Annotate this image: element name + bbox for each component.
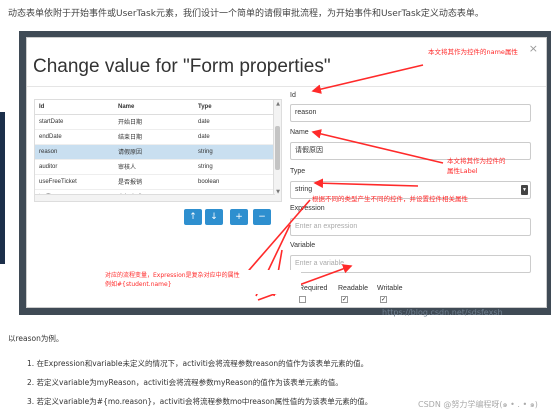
left-edge-bar (0, 112, 5, 264)
move-down-button[interactable]: ↓ (205, 209, 223, 225)
table-row[interactable]: auditor 审核人 string (35, 158, 275, 174)
table-row[interactable]: startDate 开始日期 date (35, 113, 275, 129)
remove-row-button[interactable]: − (253, 209, 271, 225)
table-row[interactable]: useFreeTicket 是否报销 boolean (35, 173, 275, 189)
cell-name: 开始日期 (114, 113, 194, 129)
variable-field[interactable]: Enter a variable (290, 255, 531, 273)
cell-name: 审核人 (114, 158, 194, 174)
required-checkbox-group[interactable]: Required (299, 285, 328, 303)
cell-id: startDate (35, 113, 114, 129)
annotation-variable-note-line2: 例如#{student.name} (105, 281, 172, 288)
annotation-id-note: 本文将其作为控件的name属性 (428, 48, 518, 56)
scroll-up-arrow-icon[interactable]: ▲ (274, 101, 281, 107)
expression-label: Expression (290, 205, 325, 212)
cell-name: 是否报销 (114, 173, 194, 189)
column-header-type[interactable]: Type (194, 100, 275, 115)
move-up-button[interactable]: ↑ (184, 209, 202, 225)
cell-type: date (194, 128, 275, 144)
csdn-credit: CSDN @努力学编程呀(๑ • . • ๑) (418, 400, 538, 409)
writable-checkbox[interactable]: ✓ (380, 296, 387, 303)
type-select-value: string (295, 186, 313, 193)
table-vertical-scrollbar[interactable]: ▲ ▼ (273, 100, 281, 201)
readable-checkbox[interactable]: ✓ (341, 296, 348, 303)
cell-id: endDate (35, 128, 114, 144)
writable-checkbox-group[interactable]: Writable ✓ (377, 285, 403, 303)
expression-field[interactable]: Enter an expression (290, 218, 531, 236)
property-form: Id reason Name 请假原因 Type string ▼ Expres… (290, 38, 545, 309)
scroll-thumb[interactable] (275, 126, 280, 170)
readable-checkbox-group[interactable]: Readable ✓ (338, 285, 368, 303)
properties-table: Id Name Type startDate 开始日期 date endDate… (34, 99, 282, 202)
body-lead: 以reason为例。 (8, 334, 64, 343)
cell-id: useFreeTicket (35, 173, 114, 189)
column-header-name[interactable]: Name (114, 100, 194, 115)
writable-label: Writable (377, 285, 403, 292)
required-label: Required (299, 285, 328, 292)
id-field[interactable]: reason (290, 104, 531, 122)
annotation-name-note-2: 属性Label (447, 167, 478, 175)
cell-id: reason (35, 143, 114, 159)
table-row[interactable]: endDate 结束日期 date (35, 128, 275, 144)
scroll-down-arrow-icon[interactable]: ▼ (274, 189, 281, 195)
cell-type: date (194, 113, 275, 129)
table-horizontal-scrollbar[interactable] (35, 194, 275, 201)
annotation-variable-note-line1: 对应的流程变量，Expression是复杂对应中的属性 (105, 272, 240, 279)
cell-type: string (194, 143, 275, 159)
intro-text: 动态表单依附于开始事件或UserTask元素，我们设计一个简单的请假审批流程，为… (8, 9, 484, 19)
dialog-title: Change value for "Form properties" (33, 56, 331, 77)
annotation-type-note: 根据不同的类型产生不同的控件，并设置控件相关属性 (312, 195, 468, 203)
required-checkbox[interactable] (299, 296, 306, 303)
table-header-row: Id Name Type (35, 100, 275, 115)
body-item-2: 2. 若定义variable为myReason，activiti会将流程参数my… (27, 378, 343, 387)
table-row-selected[interactable]: reason 请假原因 string (35, 143, 275, 159)
variable-label: Variable (290, 242, 316, 249)
readable-label: Readable (338, 285, 368, 292)
annotation-variable-note: 对应的流程变量，Expression是复杂对应中的属性 例如#{student.… (103, 270, 301, 294)
cell-name: 请假原因 (114, 143, 194, 159)
cell-id: auditor (35, 158, 114, 174)
cell-type: boolean (194, 173, 275, 189)
name-label: Name (290, 129, 309, 136)
id-label: Id (290, 92, 296, 99)
body-item-1: 1. 在Expression和variable未定义的情况下，activiti会… (27, 359, 369, 368)
blog-watermark: https://blog.csdn.net/sdsfexsh (382, 308, 503, 317)
body-item-3: 3. 若定义variable为#{mo.reason}，activiti会将流程… (27, 397, 373, 406)
type-label: Type (290, 168, 306, 175)
column-header-id[interactable]: Id (35, 100, 114, 115)
annotation-name-note-1: 本文将其作为控件的 (447, 157, 506, 165)
cell-name: 结束日期 (114, 128, 194, 144)
chevron-down-icon[interactable]: ▼ (521, 185, 528, 195)
cell-type: string (194, 158, 275, 174)
add-row-button[interactable]: + (230, 209, 248, 225)
